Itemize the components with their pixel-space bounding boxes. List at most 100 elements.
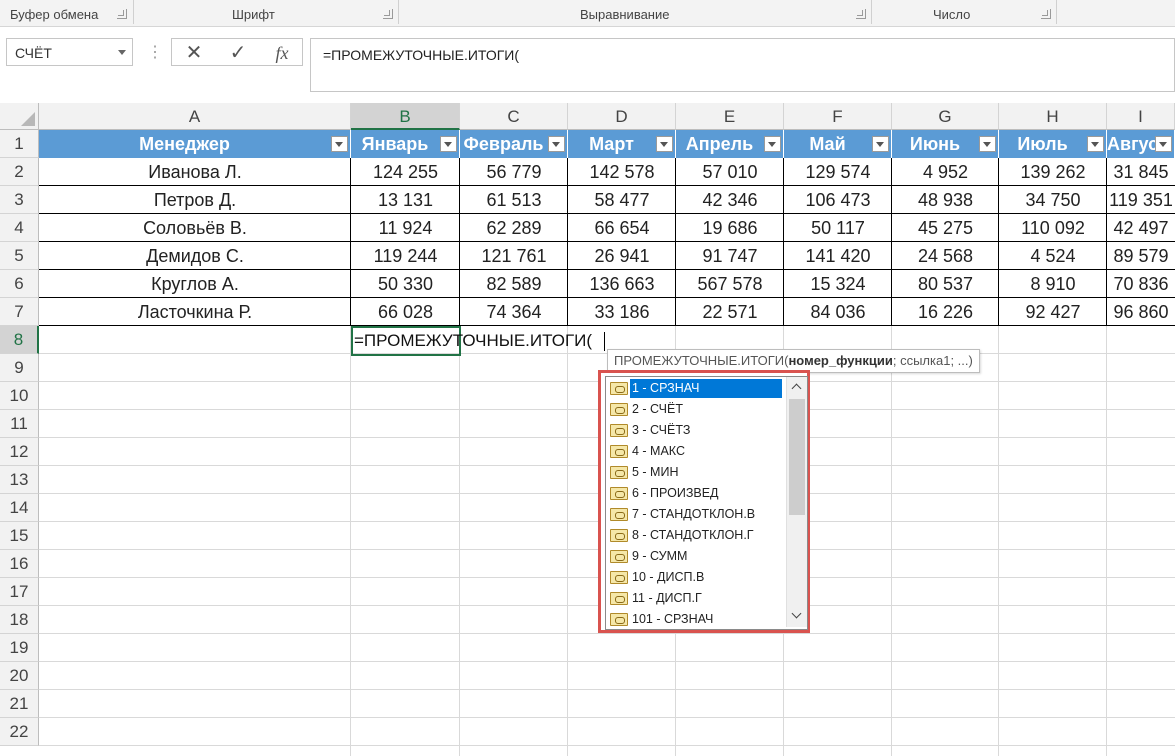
table-cell[interactable]: 74 364 — [460, 298, 568, 326]
autocomplete-item[interactable]: 1 - СРЗНАЧ — [606, 378, 782, 399]
table-cell[interactable]: 567 578 — [676, 270, 784, 298]
cell-edit-text[interactable]: =ПРОМЕЖУТОЧНЫЕ.ИТОГИ( — [354, 331, 592, 351]
row-header-21[interactable]: 21 — [0, 690, 39, 718]
table-cell[interactable]: 61 513 — [460, 186, 568, 214]
table-cell[interactable]: Ласточкина Р. — [39, 298, 351, 326]
table-cell[interactable]: 11 924 — [351, 214, 460, 242]
autocomplete-item[interactable]: 5 - МИН — [606, 462, 782, 483]
column-header-c[interactable]: C — [460, 103, 568, 130]
table-cell[interactable]: 106 473 — [784, 186, 892, 214]
table-cell[interactable]: Соловьёв В. — [39, 214, 351, 242]
filter-dropdown-icon[interactable] — [1087, 136, 1104, 152]
table-cell[interactable]: 82 589 — [460, 270, 568, 298]
table-cell[interactable]: 80 537 — [892, 270, 999, 298]
row-header-19[interactable]: 19 — [0, 634, 39, 662]
filter-dropdown-icon[interactable] — [764, 136, 781, 152]
column-header-b[interactable]: B — [351, 103, 460, 130]
table-cell[interactable]: 4 524 — [999, 242, 1107, 270]
column-header-f[interactable]: F — [784, 103, 892, 130]
row-header-13[interactable]: 13 — [0, 466, 39, 494]
row-header-22[interactable]: 22 — [0, 718, 39, 746]
table-cell[interactable]: 58 477 — [568, 186, 676, 214]
table-cell[interactable]: 13 131 — [351, 186, 460, 214]
table-header-cell[interactable]: Апрель — [676, 130, 784, 158]
insert-function-icon[interactable]: fx — [266, 41, 298, 65]
column-header-e[interactable]: E — [676, 103, 784, 130]
filter-dropdown-icon[interactable] — [548, 136, 565, 152]
table-cell[interactable]: 22 571 — [676, 298, 784, 326]
row-header-4[interactable]: 4 — [0, 214, 39, 242]
column-header-i[interactable]: I — [1107, 103, 1175, 130]
table-cell[interactable]: 70 836 — [1107, 270, 1175, 298]
cancel-icon[interactable]: ✕ — [178, 41, 210, 65]
formula-input[interactable]: =ПРОМЕЖУТОЧНЫЕ.ИТОГИ( — [310, 38, 1175, 92]
table-cell[interactable]: 34 750 — [999, 186, 1107, 214]
autocomplete-item[interactable]: 10 - ДИСП.В — [606, 567, 782, 588]
autocomplete-scrollbar[interactable] — [786, 377, 807, 627]
table-header-cell[interactable]: Февраль — [460, 130, 568, 158]
column-header-d[interactable]: D — [568, 103, 676, 130]
table-cell[interactable]: Петров Д. — [39, 186, 351, 214]
number-dialog-launcher-icon[interactable] — [1041, 9, 1051, 19]
table-header-cell[interactable]: Июнь — [892, 130, 999, 158]
table-cell[interactable]: 66 028 — [351, 298, 460, 326]
autocomplete-item[interactable]: 11 - ДИСП.Г — [606, 588, 782, 609]
row-header-18[interactable]: 18 — [0, 606, 39, 634]
table-cell[interactable]: 31 845 — [1107, 158, 1175, 186]
autocomplete-item[interactable]: 6 - ПРОИЗВЕД — [606, 483, 782, 504]
table-cell[interactable]: 56 779 — [460, 158, 568, 186]
table-cell[interactable]: 66 654 — [568, 214, 676, 242]
row-header-11[interactable]: 11 — [0, 410, 39, 438]
table-cell[interactable]: 119 244 — [351, 242, 460, 270]
table-cell[interactable]: 84 036 — [784, 298, 892, 326]
row-header-3[interactable]: 3 — [0, 186, 39, 214]
table-cell[interactable]: 48 938 — [892, 186, 999, 214]
table-cell[interactable]: 8 910 — [999, 270, 1107, 298]
table-cell[interactable]: 129 574 — [784, 158, 892, 186]
filter-dropdown-icon[interactable] — [656, 136, 673, 152]
alignment-dialog-launcher-icon[interactable] — [856, 9, 866, 19]
autocomplete-item[interactable]: 3 - СЧЁТЗ — [606, 420, 782, 441]
name-box[interactable]: СЧЁТ — [6, 38, 133, 66]
scroll-up-icon[interactable] — [788, 378, 806, 398]
scroll-down-icon[interactable] — [788, 606, 806, 626]
table-cell[interactable]: 4 952 — [892, 158, 999, 186]
table-header-cell[interactable]: Март — [568, 130, 676, 158]
row-header-5[interactable]: 5 — [0, 242, 39, 270]
table-cell[interactable]: 119 351 — [1107, 186, 1175, 214]
row-header-8[interactable]: 8 — [0, 326, 39, 354]
enter-icon[interactable]: ✓ — [222, 41, 254, 65]
scrollbar-thumb[interactable] — [789, 399, 805, 515]
autocomplete-item[interactable]: 7 - СТАНДОТКЛОН.В — [606, 504, 782, 525]
table-cell[interactable]: 50 330 — [351, 270, 460, 298]
column-header-h[interactable]: H — [999, 103, 1107, 130]
table-cell[interactable]: 42 346 — [676, 186, 784, 214]
table-cell[interactable]: 16 226 — [892, 298, 999, 326]
filter-dropdown-icon[interactable] — [440, 136, 457, 152]
select-all-button[interactable] — [0, 103, 39, 130]
row-header-17[interactable]: 17 — [0, 578, 39, 606]
font-dialog-launcher-icon[interactable] — [383, 9, 393, 19]
autocomplete-item[interactable]: 4 - МАКС — [606, 441, 782, 462]
table-cell[interactable]: 33 186 — [568, 298, 676, 326]
row-header-2[interactable]: 2 — [0, 158, 39, 186]
clipboard-dialog-launcher-icon[interactable] — [117, 9, 127, 19]
row-header-14[interactable]: 14 — [0, 494, 39, 522]
table-cell[interactable]: 42 497 — [1107, 214, 1175, 242]
row-header-9[interactable]: 9 — [0, 354, 39, 382]
table-header-cell[interactable]: Менеджер — [39, 130, 351, 158]
table-cell[interactable]: 121 761 — [460, 242, 568, 270]
table-cell[interactable]: 96 860 — [1107, 298, 1175, 326]
table-cell[interactable]: Демидов С. — [39, 242, 351, 270]
column-header-a[interactable]: A — [39, 103, 351, 130]
table-header-cell[interactable]: Январь — [351, 130, 460, 158]
table-cell[interactable]: 142 578 — [568, 158, 676, 186]
table-cell[interactable]: 110 092 — [999, 214, 1107, 242]
table-header-cell[interactable]: Август — [1107, 130, 1175, 158]
filter-dropdown-icon[interactable] — [1155, 136, 1172, 152]
name-box-dropdown-icon[interactable] — [118, 50, 126, 55]
column-header-g[interactable]: G — [892, 103, 999, 130]
table-cell[interactable]: 15 324 — [784, 270, 892, 298]
row-header-10[interactable]: 10 — [0, 382, 39, 410]
autocomplete-list[interactable]: 1 - СРЗНАЧ 2 - СЧЁТ 3 - СЧЁТЗ 4 - МАКС 5 - М… — [605, 376, 808, 630]
